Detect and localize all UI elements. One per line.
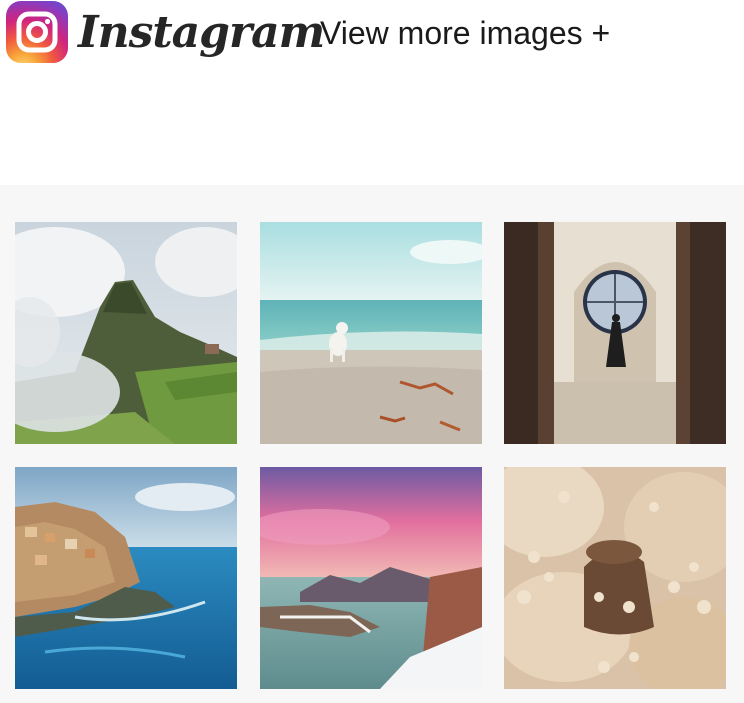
view-more-images-link[interactable]: View more images + (320, 12, 610, 54)
gallery-photo-mountain[interactable] (15, 222, 237, 444)
gallery-photo-cliff-village[interactable] (15, 467, 237, 689)
gallery-photo-beach[interactable] (260, 222, 482, 444)
instagram-wordmark[interactable]: Instagram (78, 2, 325, 64)
gallery-photo-pink-coast[interactable] (260, 467, 482, 689)
gallery-photo-doorway[interactable] (504, 222, 726, 444)
gallery-photo-dried-flowers[interactable] (504, 467, 726, 689)
instagram-icon[interactable] (6, 1, 68, 63)
header: Instagram View more images + (0, 0, 744, 72)
photo-gallery (0, 185, 744, 703)
